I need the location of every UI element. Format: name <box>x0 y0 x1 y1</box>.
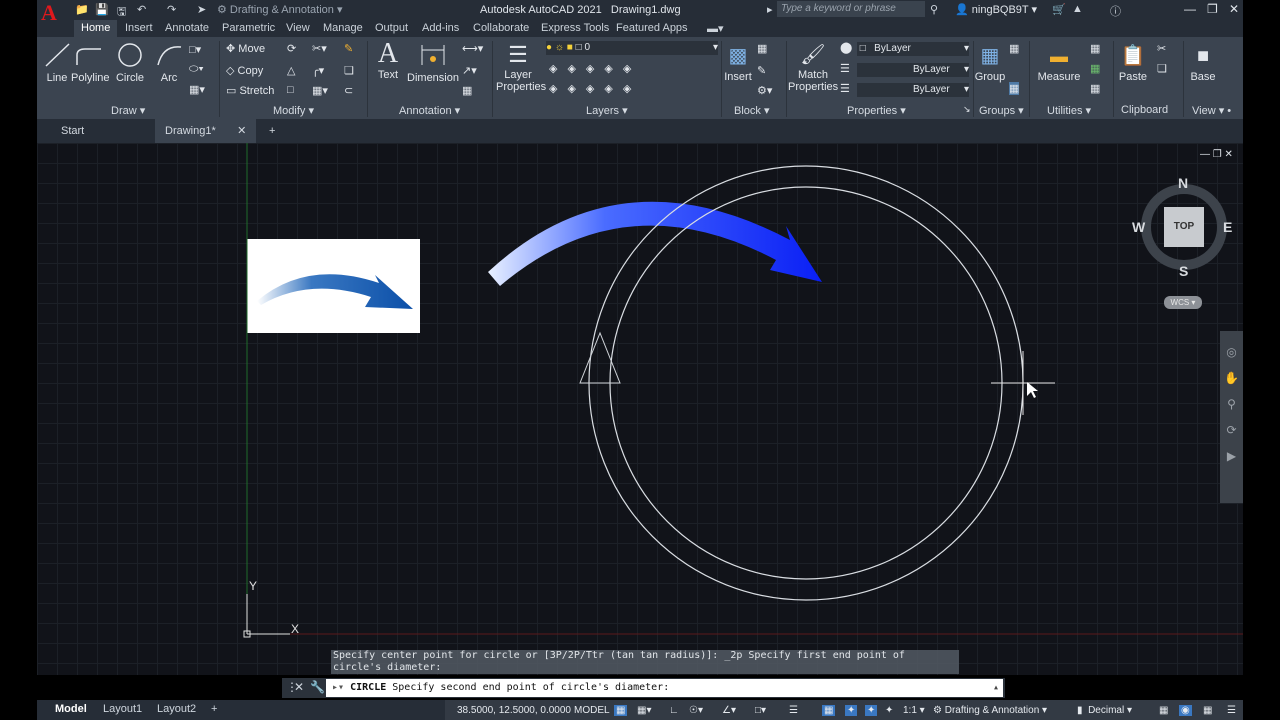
current-command: CIRCLE <box>350 682 387 693</box>
customize-wrench-icon[interactable]: 🔧 <box>310 680 325 694</box>
lineweight-toggle-icon[interactable]: ☰ <box>789 705 798 716</box>
wcs-menu[interactable]: WCS ▾ <box>1164 296 1202 309</box>
compass-e[interactable]: E <box>1223 219 1232 235</box>
units-value: Decimal <box>1088 705 1125 716</box>
compass-w[interactable]: W <box>1132 219 1145 235</box>
autoscale-icon[interactable]: ✦ <box>865 705 878 716</box>
quick-properties-icon[interactable]: ▦ <box>1159 705 1168 716</box>
command-recent-icon[interactable]: ▴ <box>993 679 999 697</box>
isodraft-icon[interactable]: ∠▾ <box>722 705 736 716</box>
coordinate-readout[interactable]: 38.5000, 12.5000, 0.0000 <box>457 705 571 716</box>
annotation-scale[interactable]: 1:1 ▾ <box>903 705 925 716</box>
command-history: Specify center point for circle or [3P/2… <box>331 650 959 674</box>
command-input[interactable]: ▸▾ CIRCLE Specify second end point of ci… <box>326 679 1003 697</box>
annotation-scale-icon[interactable]: ✦ <box>885 705 893 716</box>
model-space-toggle[interactable]: MODEL <box>574 705 610 716</box>
clean-screen-icon[interactable]: ▦ <box>1203 705 1212 716</box>
customization-icon[interactable]: ☰ <box>1227 705 1236 716</box>
close-cmd-icon[interactable]: ✕ <box>294 680 304 694</box>
tab-model[interactable]: Model <box>55 703 87 715</box>
workspace-switch[interactable]: ⚙ Drafting & Annotation ▾ <box>933 705 1047 716</box>
viewcube[interactable]: TOP N S E W <box>1132 175 1232 279</box>
add-layout-button[interactable]: + <box>211 703 217 715</box>
annotation-visibility-icon[interactable]: ✦ <box>845 705 858 716</box>
compass-s[interactable]: S <box>1179 263 1188 279</box>
tab-layout1[interactable]: Layout1 <box>103 703 142 715</box>
steering-wheel-icon[interactable]: ◎ <box>1220 339 1243 365</box>
scale-value: 1:1 <box>903 705 917 716</box>
wcs-label: WCS <box>1170 298 1190 307</box>
command-prompt-icon: ▸▾ <box>332 682 345 693</box>
status-workspace-label: Drafting & Annotation <box>944 705 1040 716</box>
tab-layout2[interactable]: Layout2 <box>157 703 196 715</box>
viewcube-face-top[interactable]: TOP <box>1164 207 1204 247</box>
orbit-icon[interactable]: ⟳ <box>1220 417 1243 443</box>
grid-icon[interactable]: ▦ <box>614 705 628 716</box>
navigation-bar[interactable]: ◎ ✋ ⚲ ⟳ ▶ <box>1220 331 1243 503</box>
isolate-objects-icon[interactable]: ◉ <box>1179 705 1192 716</box>
command-prompt: Specify second end point of circle's dia… <box>392 682 670 693</box>
polar-icon[interactable]: ☉▾ <box>689 705 703 716</box>
status-bar: Model Layout1 Layout2 + 38.5000, 12.5000… <box>37 700 1243 720</box>
ucs-x-label: X <box>291 622 300 636</box>
showmotion-icon[interactable]: ▶ <box>1220 443 1243 469</box>
geometry-overlay <box>243 143 1243 638</box>
osnap-icon[interactable]: □▾ <box>755 705 766 716</box>
snap-icon[interactable]: ▦▾ <box>637 705 651 716</box>
zoom-icon[interactable]: ⚲ <box>1220 391 1243 417</box>
selection-cycling-icon[interactable]: ▦ <box>822 705 836 716</box>
compass-n[interactable]: N <box>1178 175 1188 191</box>
command-line: ⋮ ✕ 🔧 ▸▾ CIRCLE Specify second end point… <box>282 678 1005 698</box>
units-menu[interactable]: ▮ Decimal ▾ <box>1077 705 1132 716</box>
ucs-y-label: Y <box>249 579 258 593</box>
ortho-icon[interactable]: ∟ <box>669 705 679 716</box>
pan-icon[interactable]: ✋ <box>1220 365 1243 391</box>
